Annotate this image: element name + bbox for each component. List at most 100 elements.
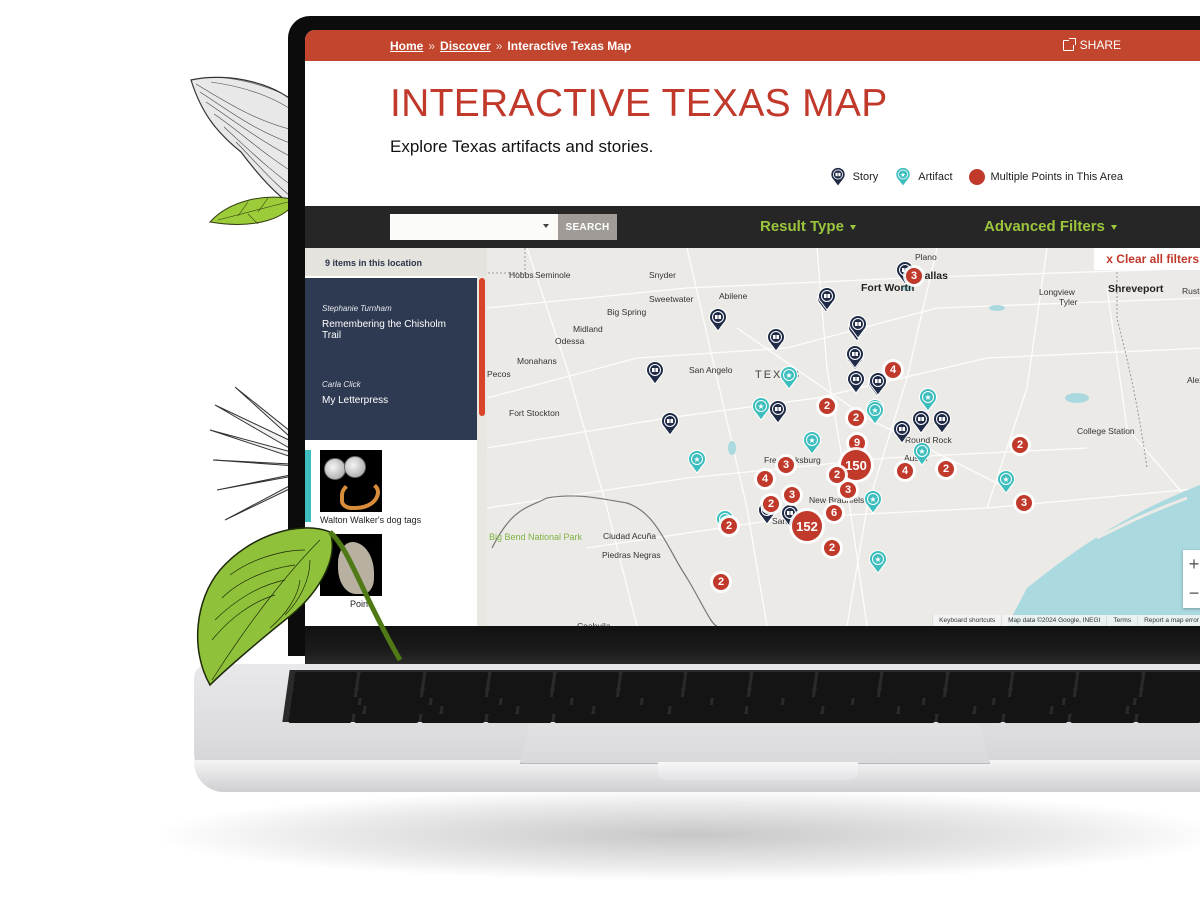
breadcrumb-separator: »	[495, 39, 503, 53]
cluster-marker[interactable]: 2	[848, 410, 864, 426]
zoom-out-button[interactable]: −	[1183, 579, 1200, 608]
legend-item-cluster: Multiple Points in This Area	[968, 169, 1123, 185]
cluster-marker[interactable]: 9	[849, 435, 865, 451]
cluster-marker[interactable]: 2	[721, 518, 737, 534]
city-label: San Angelo	[689, 365, 733, 375]
artifact-pin-icon[interactable]: ★	[802, 431, 822, 460]
map-attribution: Keyboard shortcuts Map data ©2024 Google…	[932, 615, 1200, 626]
story-pin-icon[interactable]	[892, 420, 912, 449]
search-group: SEARCH	[390, 214, 617, 240]
cluster-marker[interactable]: 4	[897, 463, 913, 479]
story-pin-icon[interactable]	[768, 400, 788, 429]
cluster-marker[interactable]: 2	[1012, 437, 1028, 453]
keyboard-key	[553, 713, 936, 723]
chevron-down-icon[interactable]	[543, 224, 549, 228]
svg-text:★: ★	[869, 495, 876, 504]
cluster-marker[interactable]: 2	[819, 398, 835, 414]
report-map-error-link[interactable]: Report a map error	[1137, 615, 1200, 626]
svg-text:★: ★	[874, 555, 881, 564]
city-label: Odessa	[555, 336, 585, 346]
cluster-marker[interactable]: 2	[763, 496, 779, 512]
city-label: Monahans	[517, 356, 557, 366]
artifact-pin-icon[interactable]: ★	[687, 450, 707, 479]
cluster-marker[interactable]: 3	[778, 457, 794, 473]
search-combobox[interactable]	[390, 214, 558, 240]
cluster-marker[interactable]: 150	[841, 450, 871, 480]
terms-link[interactable]: Terms	[1106, 615, 1138, 626]
small-green-leaf-decoration	[209, 196, 297, 225]
panel-scrollbar-thumb[interactable]	[479, 278, 485, 416]
cluster-marker[interactable]: 152	[792, 511, 822, 541]
breadcrumb-home-link[interactable]: Home	[390, 39, 423, 53]
story-pin-icon[interactable]	[817, 287, 837, 316]
cluster-marker[interactable]: 2	[713, 574, 729, 590]
top-bar: Home » Discover » Interactive Texas Map …	[305, 30, 1200, 61]
cluster-marker[interactable]: 3	[906, 268, 922, 284]
story-title[interactable]: Remembering the Chisholm Trail	[322, 319, 452, 341]
texas-map[interactable]: Plano Dallas Fort Worth Hobbs Seminole Snyder…	[487, 248, 1200, 626]
artifact-pin-icon[interactable]: ★	[865, 401, 885, 430]
laptop-hinge	[305, 626, 1200, 666]
breadcrumb-current: Interactive Texas Map	[507, 39, 632, 53]
zoom-in-button[interactable]: +	[1183, 550, 1200, 579]
share-button[interactable]: SHARE	[1062, 37, 1121, 52]
page-subtitle: Explore Texas artifacts and stories.	[390, 137, 654, 156]
story-pin-icon[interactable]	[766, 328, 786, 357]
legend-label: Artifact	[918, 171, 953, 183]
cluster-dot-icon	[968, 169, 985, 185]
story-pin-icon[interactable]	[846, 370, 866, 399]
map-data-credit: Map data ©2024 Google, INEGI	[1001, 615, 1107, 626]
story-pin-icon[interactable]	[645, 361, 665, 390]
artifact-pin-icon[interactable]: ★	[996, 470, 1016, 499]
cluster-marker[interactable]: 3	[784, 487, 800, 503]
story-pin-icon[interactable]	[845, 345, 865, 374]
cluster-marker[interactable]: 4	[885, 362, 901, 378]
city-label: Pecos	[487, 369, 511, 379]
cluster-marker[interactable]: 2	[829, 467, 845, 483]
keyboard-row	[288, 713, 1200, 723]
city-label: Big Bend National Park	[489, 532, 583, 542]
story-pin-icon[interactable]	[848, 315, 868, 344]
cluster-marker[interactable]: 6	[826, 505, 842, 521]
story-card[interactable]: Stephanie Turnham Remembering the Chisho…	[322, 304, 452, 341]
artifact-pin-icon[interactable]: ★	[868, 550, 888, 579]
dog-tag-image	[344, 456, 366, 478]
map-legend: Story ★ Artifact Multiple Points in This…	[829, 167, 1123, 187]
search-button[interactable]: SEARCH	[558, 214, 617, 240]
city-label: Piedras Negras	[602, 550, 661, 560]
artifact-pin-icon[interactable]: ★	[918, 388, 938, 417]
story-author: Carla Click	[322, 380, 361, 389]
artifact-pin-icon[interactable]: ★	[779, 366, 799, 395]
keyboard-key	[1003, 713, 1069, 723]
artifact-card[interactable]: Walton Walker's dog tags	[320, 450, 421, 525]
story-pin-icon[interactable]	[660, 412, 680, 441]
artifact-pin-icon[interactable]: ★	[863, 490, 883, 519]
breadcrumb-discover-link[interactable]: Discover	[440, 39, 491, 53]
artifact-pin-icon[interactable]: ★	[912, 442, 932, 471]
story-pin-icon[interactable]	[708, 308, 728, 337]
story-card[interactable]: Carla Click My Letterpress	[322, 380, 452, 406]
search-input[interactable]	[390, 214, 558, 240]
cluster-marker[interactable]: 2	[824, 540, 840, 556]
share-label: SHARE	[1079, 38, 1121, 52]
artifact-thumbnail[interactable]	[320, 450, 382, 512]
keyboard-shortcuts-link[interactable]: Keyboard shortcuts	[932, 615, 1002, 626]
cluster-marker[interactable]: 3	[1016, 495, 1032, 511]
clear-all-filters-button[interactable]: x Clear all filters	[1094, 248, 1200, 270]
city-label: Alexandria	[1187, 375, 1200, 385]
city-label: New Braunfels	[809, 495, 865, 505]
cluster-marker[interactable]: 3	[840, 482, 856, 498]
city-label: Coahuila	[577, 621, 611, 626]
artifact-pin-icon: ★	[895, 167, 911, 187]
chevron-down-icon	[1110, 225, 1117, 230]
story-pin-icon[interactable]	[868, 372, 888, 401]
city-label: Snyder	[649, 270, 676, 280]
story-title[interactable]: My Letterpress	[322, 395, 452, 406]
result-type-dropdown[interactable]: Result Type	[760, 218, 856, 235]
svg-text:★: ★	[900, 171, 906, 179]
advanced-filters-dropdown[interactable]: Advanced Filters	[984, 218, 1117, 235]
artifact-pin-icon[interactable]: ★	[751, 397, 771, 426]
svg-text:★: ★	[693, 455, 700, 464]
cluster-marker[interactable]: 4	[757, 471, 773, 487]
cluster-marker[interactable]: 2	[938, 461, 954, 477]
